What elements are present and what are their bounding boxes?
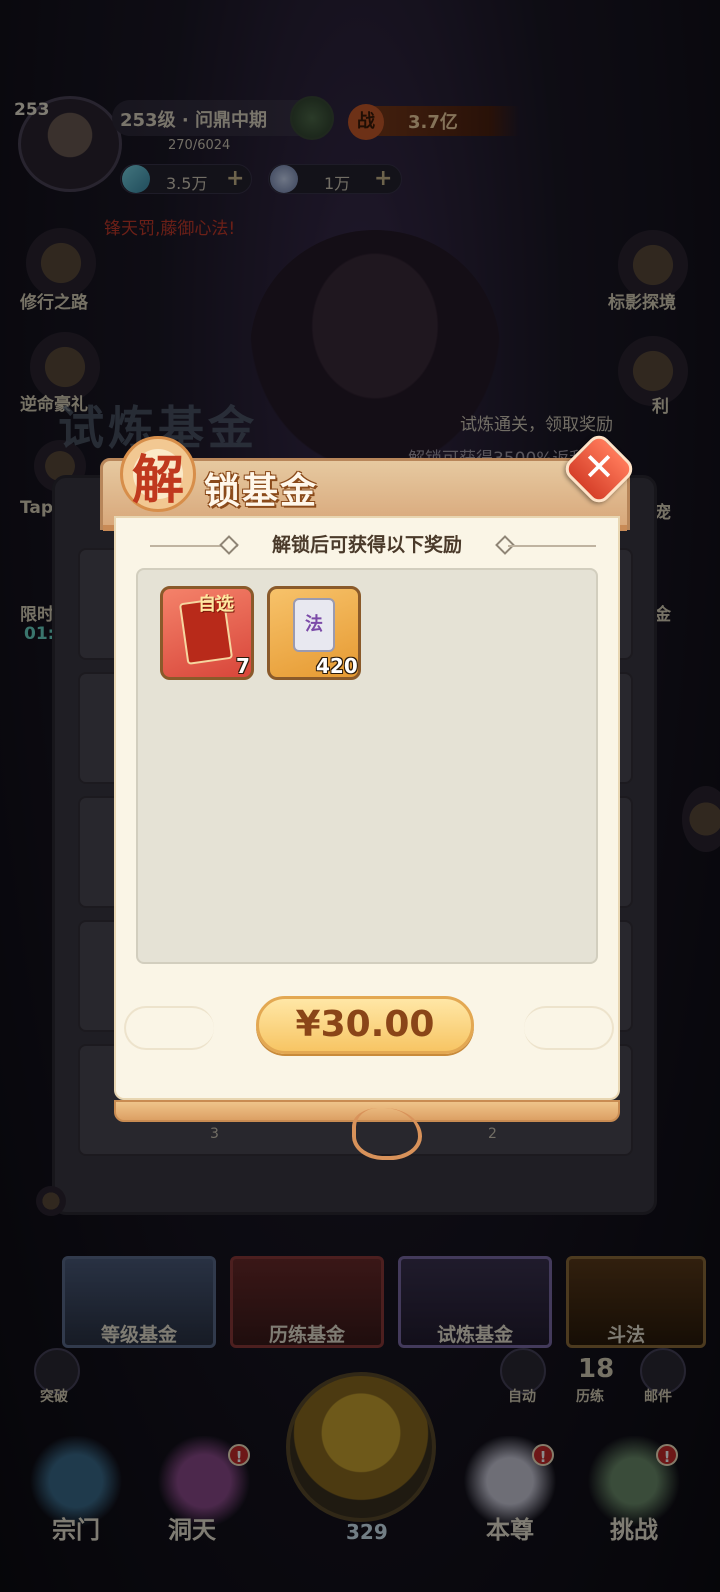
cauldron-icon[interactable]: [290, 96, 334, 140]
nav-alert-badge: !: [656, 1444, 678, 1466]
timer-label: 01:: [24, 624, 55, 644]
breakthrough-label: 突破: [40, 1389, 68, 1405]
close-icon[interactable]: ✕: [572, 440, 626, 494]
trials-count[interactable]: 18: [578, 1354, 614, 1384]
gem-icon: [122, 165, 150, 193]
gem-add-button[interactable]: +: [226, 166, 244, 191]
modal-title: 锁基金: [204, 470, 319, 512]
nav-label: 挑战: [610, 1516, 658, 1544]
nav-alert-badge: !: [228, 1444, 250, 1466]
tab-label: 斗法: [606, 1324, 645, 1346]
nav-label: 宗门: [52, 1516, 100, 1544]
player-exp: 270/6024: [168, 138, 231, 153]
left-menu-label: 限时: [20, 605, 54, 625]
cloud-ornament: [124, 1006, 214, 1050]
chat-icon[interactable]: [36, 1186, 66, 1216]
left-menu-label: 修行之路: [20, 293, 88, 313]
spirit-coin-icon: [270, 165, 298, 193]
fund-info-line: 试炼通关，领取奖励: [460, 415, 613, 435]
nav-alert-badge: !: [532, 1444, 554, 1466]
nav-label: 本尊: [486, 1516, 534, 1544]
tab-label: 历练基金: [268, 1324, 345, 1346]
coin-value: 1万: [324, 174, 351, 193]
coin-add-button[interactable]: +: [374, 166, 392, 191]
power-value: 3.7亿: [408, 112, 458, 133]
announcement-marquee: 锋天罚,藤御心法!: [104, 219, 236, 239]
trials-label: 历练: [576, 1389, 604, 1405]
power-badge: 战: [348, 104, 384, 140]
auto-label: 自动: [508, 1389, 536, 1405]
reward-tag: 自选: [198, 594, 234, 615]
player-title: 253级 · 问鼎中期: [120, 110, 267, 131]
reward-count: 420: [316, 654, 358, 678]
fund-row-count: 2: [488, 1126, 497, 1142]
modal-title-first-char: 解: [131, 450, 184, 511]
purchase-price[interactable]: ¥30.00: [256, 996, 474, 1054]
player-level-corner: 253: [14, 100, 50, 120]
cloud-ornament: [524, 1006, 614, 1050]
tab-label: 等级基金: [100, 1324, 177, 1346]
gem-value: 3.5万: [166, 174, 208, 193]
divider-line: [508, 545, 596, 547]
center-count: 329: [346, 1520, 388, 1544]
side-arrow-button[interactable]: [682, 786, 720, 852]
rewards-subtitle: 解锁后可获得以下奖励: [271, 534, 462, 556]
right-menu-label: 标影探境: [608, 293, 676, 313]
fund-row-count: 3: [210, 1126, 219, 1142]
reward-tag: 法: [305, 614, 323, 635]
tab-label: 试炼基金: [436, 1324, 513, 1346]
right-menu-label: 利: [652, 397, 669, 417]
left-menu-label: Tap: [20, 498, 54, 518]
battle-sword-button[interactable]: [286, 1372, 436, 1522]
nav-label: 洞天: [168, 1516, 216, 1544]
reward-count: 7: [236, 654, 250, 678]
mail-label: 邮件: [644, 1389, 672, 1405]
